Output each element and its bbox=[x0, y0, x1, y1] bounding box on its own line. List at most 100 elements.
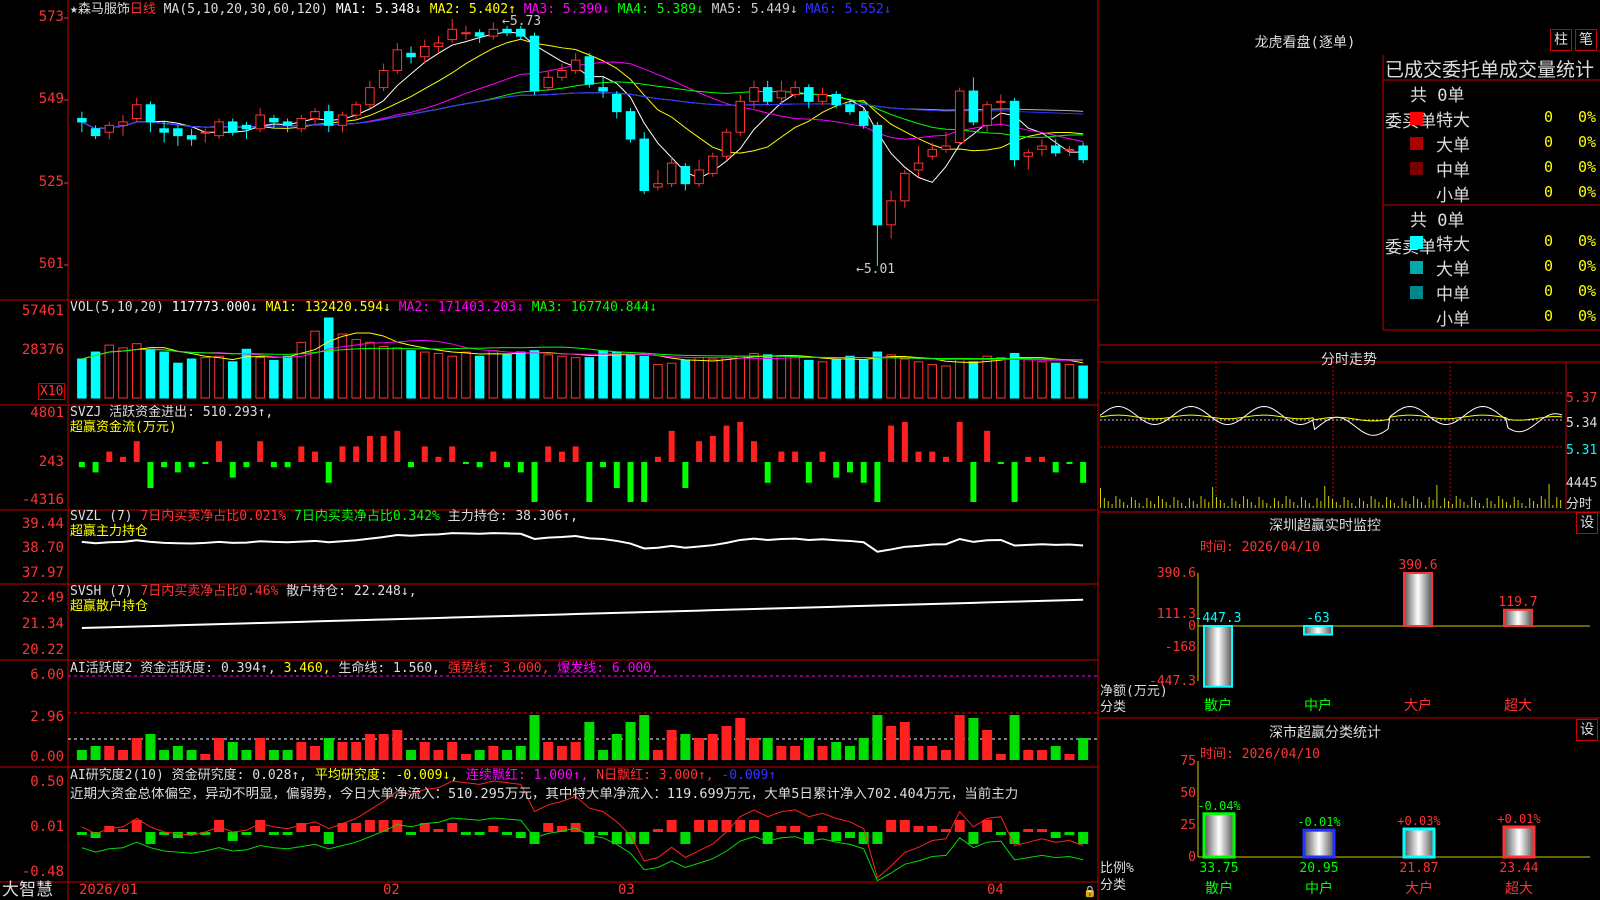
axis-label: 0.50 bbox=[30, 774, 64, 790]
ai2-v2: 平均研究度: -0.009↓, bbox=[314, 768, 459, 783]
intraday-vol-bar bbox=[1533, 501, 1535, 508]
cls-settings-button[interactable]: 设 bbox=[1576, 719, 1598, 741]
activity-bar bbox=[598, 750, 609, 760]
volume-bar bbox=[1064, 364, 1075, 399]
activity-bar bbox=[680, 734, 691, 760]
axis-label: 20.22 bbox=[21, 642, 64, 658]
vol-unit-badge[interactable]: X10 bbox=[38, 383, 66, 400]
volume-bar bbox=[282, 355, 293, 399]
tick-mode-button[interactable]: 笔 bbox=[1575, 29, 1597, 51]
sell-color-swatch bbox=[1410, 236, 1423, 249]
brand-logo[interactable]: 大智慧 bbox=[2, 880, 53, 900]
intraday-vol-bar bbox=[1471, 497, 1473, 508]
bar-mode-button[interactable]: 柱 bbox=[1550, 29, 1572, 51]
intraday-axis: 5.34 bbox=[1566, 416, 1598, 431]
research-bar bbox=[515, 832, 526, 838]
activity-bar bbox=[858, 738, 869, 760]
research-bar bbox=[831, 832, 842, 841]
research-bar bbox=[680, 832, 691, 844]
activity-bar bbox=[899, 722, 910, 760]
volume-bar bbox=[77, 358, 87, 399]
monitor-category: 超大 bbox=[1504, 698, 1532, 714]
monitor-bar bbox=[1503, 608, 1533, 627]
activity-bar bbox=[268, 750, 279, 760]
ai1-v2: 3.460, bbox=[283, 661, 331, 676]
volume-bar bbox=[804, 359, 814, 399]
intraday-vol-bar bbox=[1316, 498, 1318, 508]
intraday-vol-bar bbox=[1478, 503, 1480, 508]
volume-bar bbox=[900, 358, 910, 399]
fund-flow-bar bbox=[1066, 462, 1073, 464]
activity-bar bbox=[392, 730, 403, 760]
ai2-v5: -0.009↑ bbox=[721, 768, 777, 783]
intraday-vol-bar bbox=[1270, 506, 1272, 508]
volume-bar bbox=[323, 317, 334, 399]
intraday-vol-bar bbox=[1517, 500, 1519, 508]
period-label[interactable]: 日线 bbox=[130, 2, 156, 17]
candle-body bbox=[570, 59, 581, 71]
activity-bar bbox=[474, 750, 485, 760]
candle-body bbox=[186, 135, 197, 140]
svzl-header: SVZL (7) 7日内买卖净占比0.021% 7日内买卖净占比0.342% 主… bbox=[70, 509, 578, 524]
intraday-vol-bar bbox=[1134, 500, 1136, 508]
candle-body bbox=[488, 28, 499, 37]
activity-bar bbox=[502, 750, 513, 760]
ma6-value: MA6: 5.552↓ bbox=[805, 2, 892, 17]
buy-row-pct: 0% bbox=[1578, 183, 1597, 201]
intraday-vol-bar bbox=[1192, 501, 1194, 508]
volume-bar bbox=[1078, 365, 1088, 399]
intraday-vol-bar bbox=[1420, 502, 1422, 508]
intraday-vol-bar bbox=[1382, 505, 1384, 508]
research-bar bbox=[310, 826, 321, 832]
research-bar bbox=[406, 832, 417, 835]
cls-change-label: +0.01% bbox=[1497, 812, 1541, 826]
ai2-header: AI研究度2(10) 资金研究度: 0.028↑, 平均研究度: -0.009↓… bbox=[70, 768, 776, 783]
volume-bar bbox=[186, 358, 197, 399]
intraday-vol-bar bbox=[1448, 501, 1449, 508]
candle-body bbox=[351, 104, 361, 116]
fund-flow-bar bbox=[627, 462, 634, 502]
intraday-vol-bar bbox=[1498, 496, 1500, 508]
fund-flow-bar bbox=[860, 462, 867, 483]
volume-bar bbox=[529, 350, 540, 399]
candle-body bbox=[1037, 145, 1047, 150]
fund-flow-bar bbox=[120, 456, 127, 462]
intraday-vol-bar bbox=[1208, 502, 1210, 508]
stock-name[interactable]: ★森马服饰 bbox=[70, 2, 130, 17]
intraday-vol-bar bbox=[1332, 499, 1333, 508]
cls-axis-label: 50 bbox=[1180, 786, 1196, 801]
research-bar bbox=[639, 832, 650, 844]
cls-axis-label: 25 bbox=[1180, 818, 1196, 833]
activity-bar bbox=[172, 746, 183, 760]
activity-bar bbox=[776, 746, 787, 760]
buy-row-count: 0 bbox=[1544, 133, 1554, 151]
volume-bar bbox=[214, 355, 224, 399]
intraday-vol-bar bbox=[1556, 497, 1558, 508]
monitor-settings-button[interactable]: 设 bbox=[1576, 512, 1598, 534]
candle-body bbox=[639, 138, 649, 192]
fund-flow-bar bbox=[888, 425, 895, 462]
volume-bar bbox=[639, 355, 649, 399]
vol-value: 117773.000↓ bbox=[171, 300, 258, 315]
intraday-vol-bar bbox=[1281, 504, 1283, 508]
monitor-axis-label: -168 bbox=[1164, 640, 1196, 655]
intraday-vol-bar bbox=[1158, 496, 1159, 508]
volume-bar bbox=[474, 355, 485, 399]
vol-ma20-line bbox=[81, 346, 1084, 361]
sell-row-name: 特大 bbox=[1436, 235, 1470, 255]
activity-bar bbox=[817, 746, 828, 760]
intraday-vol-bar bbox=[1486, 498, 1488, 508]
fund-flow-bar bbox=[1025, 456, 1032, 462]
fund-flow-bar bbox=[1052, 462, 1059, 473]
lhb-tabs[interactable]: 已成交委托单成交量统计 bbox=[1385, 55, 1594, 82]
activity-bar bbox=[913, 746, 924, 760]
axis-label: 549 bbox=[38, 91, 64, 107]
intraday-vol-bar bbox=[1154, 504, 1156, 508]
lock-icon[interactable]: 🔒 bbox=[1083, 884, 1097, 899]
cls-bar bbox=[1402, 827, 1436, 859]
activity-bar bbox=[529, 715, 540, 760]
activity-bar bbox=[351, 742, 362, 760]
intraday-vol-bar bbox=[1266, 503, 1268, 508]
research-bar bbox=[460, 832, 471, 835]
candle-body bbox=[900, 172, 910, 202]
